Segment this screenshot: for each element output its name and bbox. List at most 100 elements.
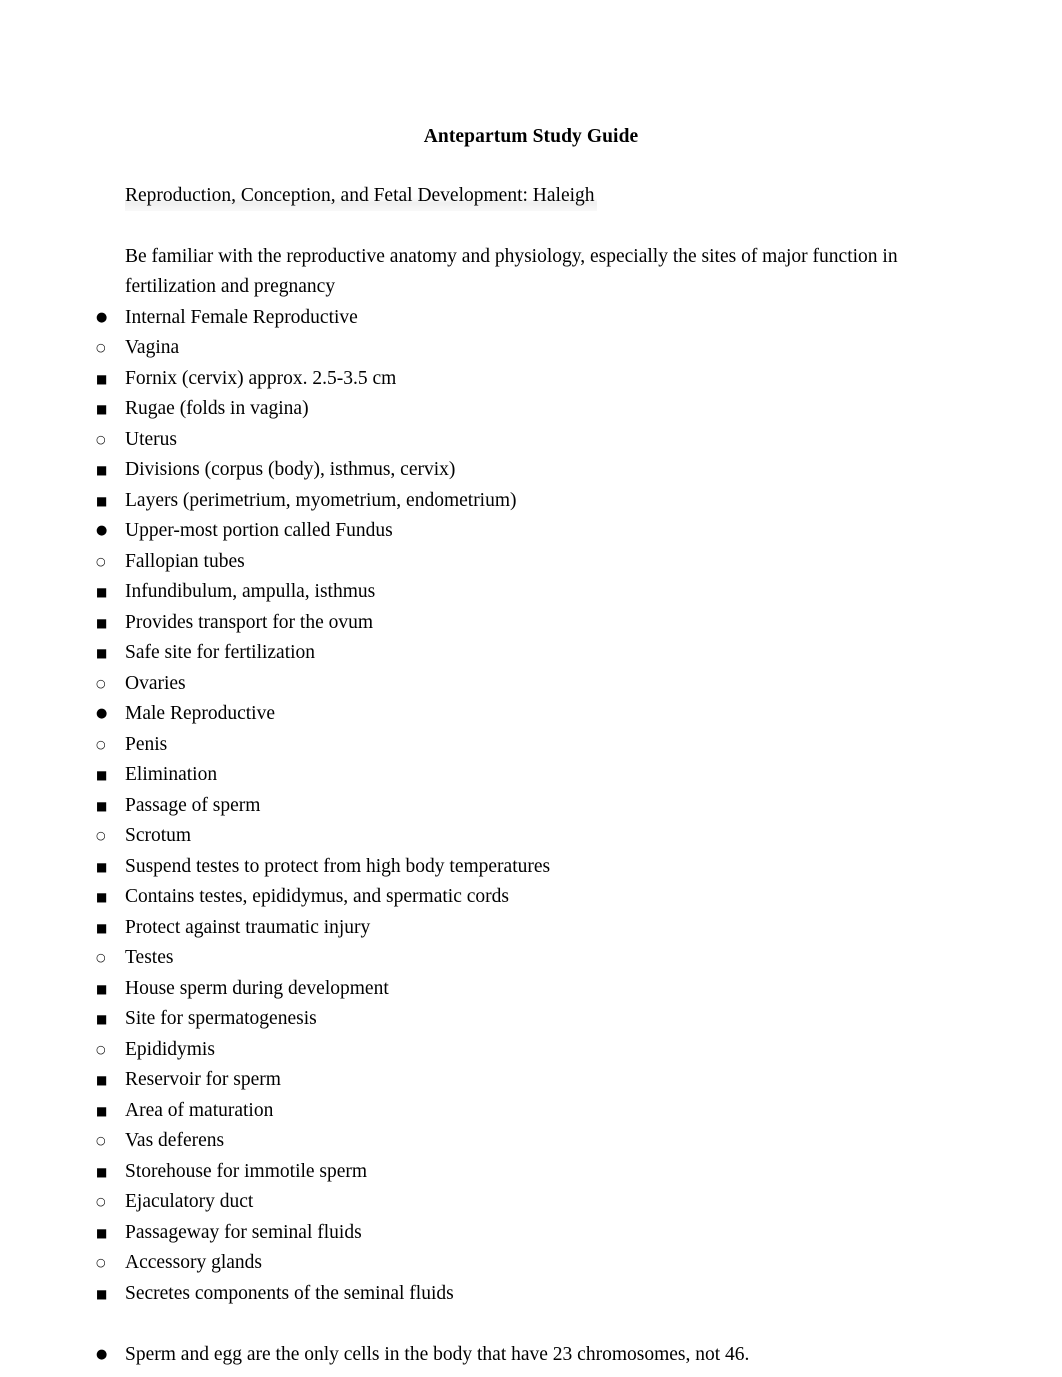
- heading-spacer: [125, 211, 932, 242]
- list-item-label: Suspend testes to protect from high body…: [125, 855, 551, 877]
- list-item-label: Vas deferens: [125, 1130, 225, 1151]
- list-item: ■ Rugae (folds in vagina): [96, 394, 1062, 425]
- list-item: ○ Uterus: [96, 425, 1062, 456]
- bullet-square-icon: ■: [96, 585, 108, 599]
- list-item-label: Elimination: [125, 764, 218, 785]
- section-heading-line: Reproduction, Conception, and Fetal Deve…: [125, 180, 932, 211]
- bullet-square-icon: ■: [96, 1012, 108, 1026]
- list-item-label: Ejaculatory duct: [125, 1191, 254, 1212]
- list-item-label: Contains testes, epididymus, and spermat…: [125, 886, 509, 907]
- list-item: ○ Penis: [96, 730, 1062, 761]
- list-item: ● Internal Female Reproductive: [96, 303, 1062, 334]
- bullet-circle-icon: ○: [96, 1195, 106, 1208]
- bullet-circle-icon: ○: [96, 432, 106, 446]
- list-item: ● Male Reproductive: [96, 699, 1062, 730]
- list-item-label: Provides transport for the ovum: [125, 611, 374, 633]
- bullet-square-icon: ■: [96, 920, 108, 935]
- bullet-circle-icon: ○: [96, 951, 106, 964]
- list-item-label: Divisions (corpus (body), isthmus, cervi…: [125, 459, 456, 480]
- list-item-label: Protect against traumatic injury: [125, 916, 371, 938]
- bullet-square-icon: ■: [96, 1073, 108, 1087]
- bullet-circle-icon: ○: [96, 554, 106, 568]
- bullet-square-icon: ■: [96, 1103, 108, 1118]
- list-item: ○ Accessory glands: [96, 1248, 1062, 1279]
- bullet-square-icon: ■: [96, 890, 108, 904]
- bullet-disc-icon: ●: [96, 523, 108, 538]
- list-item-label: Scrotum: [125, 825, 192, 846]
- bullet-square-icon: ■: [96, 859, 108, 874]
- list-item: ○ Epididymis: [96, 1035, 1062, 1066]
- list-item-label: Testes: [125, 947, 174, 968]
- list-item-label: Passage of sperm: [125, 794, 261, 816]
- anatomy-bullet-list: ● Internal Female Reproductive ○ Vagina ■ For…: [0, 303, 1062, 1310]
- page-title: Antepartum Study Guide: [423, 126, 639, 147]
- bullet-square-icon: ■: [96, 1225, 108, 1240]
- list-item-label: Male Reproductive: [125, 703, 275, 724]
- list-item: ● Sperm and egg are the only cells in the…: [96, 1340, 1062, 1371]
- list-item: ■ Passage of sperm: [96, 791, 1062, 822]
- list-item-label: Rugae (folds in vagina): [125, 398, 309, 419]
- bullet-disc-icon: ●: [96, 1346, 108, 1362]
- list-item-label: Sperm and egg are the only cells in the …: [125, 1343, 750, 1365]
- list-item: ■ Protect against traumatic injury: [96, 913, 1062, 944]
- list-item-label: Infundibulum, ampulla, isthmus: [125, 581, 376, 602]
- bullet-square-icon: ■: [96, 981, 108, 996]
- bullet-square-icon: ■: [96, 1286, 108, 1301]
- list-item-label: Uterus: [125, 428, 177, 450]
- bullet-square-icon: ■: [96, 493, 108, 508]
- bullet-disc-icon: ●: [96, 706, 108, 721]
- list-item: ■ Secretes components of the seminal flui…: [96, 1279, 1062, 1310]
- list-item: ■ Infundibulum, ampulla, isthmus: [96, 577, 1062, 608]
- list-item: ○ Testes: [96, 943, 1062, 974]
- list-item: ■ Safe site for fertilization: [96, 638, 1062, 669]
- list-item: ■ Divisions (corpus (body), isthmus, cerv…: [96, 455, 1062, 486]
- list-item-label: Safe site for fertilization: [125, 642, 316, 663]
- bullet-square-icon: ■: [96, 463, 108, 477]
- bullet-square-icon: ■: [96, 798, 108, 813]
- list-item: ○ Ejaculatory duct: [96, 1187, 1062, 1218]
- list-item-label: Internal Female Reproductive: [125, 306, 358, 328]
- list-item-label: Vagina: [125, 337, 180, 358]
- document-page: Antepartum Study Guide Reproduction, Con…: [0, 0, 1062, 1377]
- bullet-square-icon: ■: [96, 615, 108, 630]
- list-item: ■ Passageway for seminal fluids: [96, 1218, 1062, 1249]
- bullet-circle-icon: ○: [96, 737, 106, 751]
- list-item: ○ Fallopian tubes: [96, 547, 1062, 578]
- list-item-label: Site for spermatogenesis: [125, 1008, 317, 1029]
- list-item: ○ Ovaries: [96, 669, 1062, 700]
- list-item-label: Fallopian tubes: [125, 550, 245, 572]
- list-item-label: House sperm during development: [125, 977, 389, 999]
- list-item: ■ Contains testes, epididymus, and sperma…: [96, 882, 1062, 913]
- list-item-label: Passageway for seminal fluids: [125, 1221, 362, 1243]
- bullet-circle-icon: ○: [96, 829, 106, 842]
- list-item-label: Epididymis: [125, 1038, 215, 1060]
- list-item: ■ Elimination: [96, 760, 1062, 791]
- bullet-circle-icon: ○: [96, 676, 106, 690]
- bullet-square-icon: ■: [96, 768, 108, 782]
- list-spacer-1: [0, 1309, 1062, 1340]
- list-item-label: Fornix (cervix) approx. 2.5-3.5 cm: [125, 367, 397, 389]
- bullet-disc-icon: ●: [96, 309, 108, 325]
- list-item: ■ Suspend testes to protect from high bod…: [96, 852, 1062, 883]
- list-item: ■ Site for spermatogenesis: [96, 1004, 1062, 1035]
- list-item: ■ Provides transport for the ovum: [96, 608, 1062, 639]
- list-item-label: Ovaries: [125, 672, 186, 694]
- list-item: ■ House sperm during development: [96, 974, 1062, 1005]
- title-spacer: [0, 150, 1062, 181]
- bullet-square-icon: ■: [96, 646, 108, 660]
- list-item-label: Storehouse for immotile sperm: [125, 1160, 368, 1182]
- list-item: ○ Vas deferens: [96, 1126, 1062, 1157]
- chromosome-bullet-list: ● Sperm and egg are the only cells in the…: [0, 1340, 1062, 1371]
- bullet-circle-icon: ○: [96, 1042, 106, 1056]
- list-item-label: Layers (perimetrium, myometrium, endomet…: [125, 489, 517, 511]
- list-spacer-2: [0, 1370, 1062, 1377]
- list-item: ■ Area of maturation: [96, 1096, 1062, 1127]
- document-body: Antepartum Study Guide Reproduction, Con…: [0, 0, 1062, 1377]
- list-item-label: Accessory glands: [125, 1252, 263, 1273]
- list-item-label: Area of maturation: [125, 1099, 274, 1121]
- list-item: ■ Fornix (cervix) approx. 2.5-3.5 cm: [96, 364, 1062, 395]
- bullet-circle-icon: ○: [96, 1256, 106, 1269]
- bullet-circle-icon: ○: [96, 341, 106, 354]
- content-area: Reproduction, Conception, and Fetal Deve…: [125, 180, 932, 303]
- list-item: ● Upper-most portion called Fundus: [96, 516, 1062, 547]
